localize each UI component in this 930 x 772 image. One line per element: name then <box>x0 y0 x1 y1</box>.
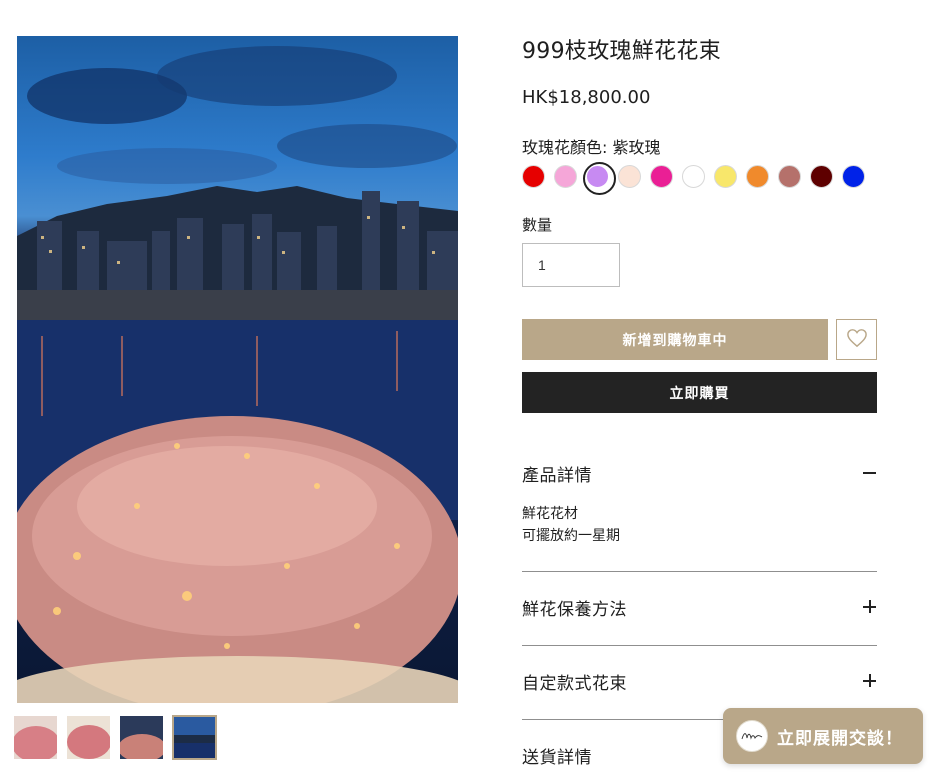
thumbnail-2[interactable] <box>66 715 111 760</box>
plus-icon <box>863 600 877 614</box>
divider <box>522 645 877 646</box>
color-swatch[interactable] <box>810 165 833 188</box>
chat-button[interactable]: 立即展開交談！ <box>723 708 923 764</box>
color-swatch[interactable] <box>714 165 737 188</box>
accordion-title: 產品詳情 <box>522 465 592 486</box>
product-details-body: 鮮花花材 可擺放約一星期 <box>522 503 620 547</box>
accordion-title: 自定款式花束 <box>522 673 627 694</box>
color-swatch[interactable] <box>650 165 673 188</box>
color-swatch[interactable] <box>583 162 616 195</box>
thumbnail-4[interactable] <box>172 715 217 760</box>
heart-icon <box>846 328 868 352</box>
accordion-care-method[interactable]: 鮮花保養方法 <box>522 592 877 622</box>
accordion-custom-bouquet[interactable]: 自定款式花束 <box>522 666 877 696</box>
minus-icon <box>863 466 877 480</box>
color-swatch[interactable] <box>842 165 865 188</box>
divider <box>522 571 877 572</box>
accordion-title: 送貨詳情 <box>522 747 592 768</box>
details-line: 鮮花花材 <box>522 506 578 522</box>
color-swatch[interactable] <box>778 165 801 188</box>
quantity-input[interactable] <box>522 243 620 287</box>
thumbnail-strip <box>13 715 217 760</box>
product-main-image[interactable] <box>17 36 458 703</box>
wishlist-button[interactable] <box>836 319 877 360</box>
plus-icon <box>863 674 877 688</box>
chat-label: 立即展開交談！ <box>777 728 903 749</box>
buy-now-button[interactable]: 立即購買 <box>522 372 877 413</box>
add-to-cart-button[interactable]: 新增到購物車中 <box>522 319 828 360</box>
color-swatch[interactable] <box>554 165 577 188</box>
brand-logo-icon <box>736 720 768 752</box>
accordion-title: 鮮花保養方法 <box>522 599 627 620</box>
product-title: 999枝玫瑰鮮花花束 <box>522 39 721 64</box>
thumbnail-1[interactable] <box>13 715 58 760</box>
accordion-product-details[interactable]: 產品詳情 <box>522 458 877 488</box>
color-swatch[interactable] <box>618 165 641 188</box>
product-price: HK$18,800.00 <box>522 87 651 108</box>
quantity-label: 數量 <box>522 216 553 234</box>
details-line: 可擺放約一星期 <box>522 528 620 544</box>
color-swatch[interactable] <box>746 165 769 188</box>
color-swatches <box>522 162 865 195</box>
color-swatch[interactable] <box>522 165 545 188</box>
color-label: 玫瑰花顏色: 紫玫瑰 <box>522 138 661 157</box>
thumbnail-3[interactable] <box>119 715 164 760</box>
color-swatch[interactable] <box>682 165 705 188</box>
accordion-delivery[interactable]: 送貨詳情 <box>522 740 712 770</box>
